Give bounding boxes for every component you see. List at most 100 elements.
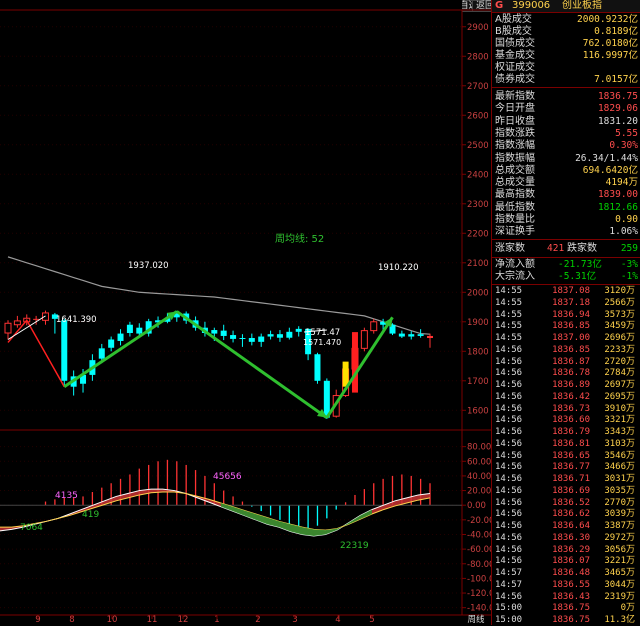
tick-time: 14:56: [495, 474, 523, 484]
tick-price: 1836.71: [552, 474, 590, 484]
main-axis-label: 1700: [467, 377, 489, 387]
stat-row-label: 今日开盘: [495, 103, 535, 115]
flow-value: -5.31亿: [558, 271, 597, 282]
tick-time: 14:56: [495, 509, 523, 520]
tick-price: 1836.75: [552, 615, 590, 625]
stat-row-value: 26.34/1.44%: [575, 152, 638, 164]
tick-volume: 3466万: [604, 462, 635, 473]
candle-body: [230, 335, 237, 339]
stat-row-label: 总成交额: [495, 164, 535, 176]
stat-row-value: 0.30%: [609, 140, 638, 152]
turnover-row-label: 国债成交: [495, 38, 535, 49]
tick-volume: 3387万: [604, 521, 635, 531]
candle-body: [427, 335, 433, 339]
flow-percent: -3%: [620, 259, 638, 270]
candle-body: [211, 330, 218, 334]
stat-row: 指数涨幅 0.30%: [492, 140, 640, 152]
candle-body: [295, 328, 302, 332]
stat-row-label: 最低指数: [495, 201, 535, 213]
tick-price: 1836.85: [552, 344, 590, 355]
tick-price: 1837.18: [552, 297, 590, 308]
main-axis-label: 1800: [467, 347, 489, 357]
stat-row-label: 最高指数: [495, 189, 535, 201]
stat-row: 深证换手 1.06%: [492, 226, 640, 238]
high-label: 1937.020: [128, 261, 169, 271]
tick-volume: 3459万: [604, 321, 635, 332]
tick-price: 1836.07: [552, 556, 590, 567]
candle-body: [126, 324, 133, 333]
tick-row: 14:56 1836.79 3343万: [492, 426, 640, 438]
turnover-row-label: B股成交: [495, 26, 532, 37]
tick-row: 14:56 1836.71 3031万: [492, 473, 640, 485]
candle-body: [98, 348, 105, 359]
tick-volume: 2233万: [604, 344, 635, 355]
updown-row: 涨家数 421 跌家数 259: [492, 243, 640, 255]
main-axis-label: 2100: [467, 259, 489, 269]
tick-time: 15:00: [495, 603, 523, 614]
tick-volume: 3056万: [604, 544, 635, 555]
tick-row: 14:56 1836.43 2319万: [492, 591, 640, 603]
tick-volume: 3546万: [604, 450, 635, 461]
tick-time: 14:55: [495, 286, 523, 296]
macd-annotation: 45656: [213, 472, 242, 482]
tick-volume: 3465万: [604, 568, 635, 578]
macd-annotation: 22319: [340, 541, 369, 551]
ma-annotation: 周均线: 52: [275, 232, 324, 245]
candle-body: [4, 322, 12, 334]
up-count-label: 涨家数: [495, 243, 525, 254]
kline-chart[interactable]: 2900 2800 2700 2600 2500 2400 2300 2200 2100 2000…: [0, 0, 491, 625]
tick-price: 1836.48: [552, 568, 590, 578]
flow-label: 大宗流入: [495, 271, 535, 282]
tick-price: 1836.62: [552, 509, 590, 520]
stat-row-value: 1831.20: [597, 115, 638, 127]
turnover-row: 国债成交 762.0180亿: [492, 38, 640, 50]
turnover-row: 基金成交 116.9997亿: [492, 50, 640, 62]
main-axis-label: 2000: [467, 288, 489, 298]
flow-percent: -1%: [620, 271, 638, 282]
candle-body: [117, 333, 124, 341]
tick-time: 14:56: [495, 544, 523, 555]
macd-axis-label: -60.00: [467, 545, 491, 555]
stat-row: 指数涨跌 5.55: [492, 128, 640, 140]
main-axis-label: 1600: [467, 406, 489, 416]
macd-axis-label: 60.00: [467, 457, 491, 467]
macd-axis-label: 0.00: [467, 501, 486, 511]
stat-row-label: 指数涨幅: [495, 140, 535, 152]
period-label: 周线: [467, 614, 485, 625]
tick-time: 14:55: [495, 297, 523, 308]
tick-volume: 2695万: [604, 391, 635, 402]
candle-body: [408, 334, 415, 337]
divider: [492, 239, 640, 240]
stat-row: 今日开盘 1829.06: [492, 103, 640, 115]
low-label: 1571.470: [303, 338, 341, 347]
signal-candle: [351, 332, 358, 393]
panel-header: G 399006 创业板指: [492, 0, 640, 13]
tick-volume: 3343万: [604, 427, 635, 437]
tick-row: 14:56 1836.64 3387万: [492, 520, 640, 532]
candle-body: [398, 333, 405, 337]
tick-price: 1836.78: [552, 368, 590, 379]
tick-price: 1837.08: [552, 286, 590, 296]
tick-time: 14:55: [495, 309, 523, 320]
main-axis-label: 2500: [467, 141, 489, 151]
tick-time: 14:56: [495, 356, 523, 367]
macd-annotation: 419: [82, 510, 99, 520]
index-code: 399006: [512, 0, 551, 11]
tick-time: 14:56: [495, 556, 523, 567]
tick-time: 14:56: [495, 485, 523, 496]
tick-row: 14:56 1836.73 3910万: [492, 403, 640, 415]
down-count-label: 跌家数: [567, 243, 597, 254]
tick-row: 14:56 1836.78 2784万: [492, 367, 640, 379]
tick-volume: 2770万: [604, 497, 635, 508]
down-count: 259: [620, 243, 638, 254]
tick-row: 14:56 1836.69 3035万: [492, 485, 640, 497]
macd-axis-label: 20.00: [467, 487, 491, 497]
main-axis-label: 1900: [467, 318, 489, 328]
stat-row-label: 最新指数: [495, 91, 535, 102]
candle-body: [220, 330, 227, 336]
candle-body: [267, 334, 274, 337]
stat-row: 总成交量 4194万: [492, 177, 640, 189]
tick-volume: 3103万: [604, 438, 635, 449]
tick-price: 1836.87: [552, 356, 590, 367]
g-icon[interactable]: G: [495, 0, 503, 12]
